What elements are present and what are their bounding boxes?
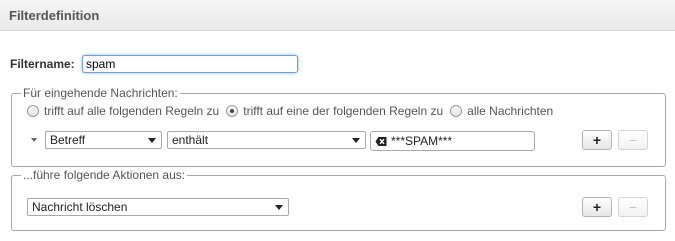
- match-any-radio[interactable]: [226, 105, 239, 117]
- rule-value-input[interactable]: ***SPAM***: [370, 131, 535, 151]
- rule-operator-select[interactable]: enthält: [167, 131, 366, 149]
- rule-header-value: Betreff: [50, 133, 86, 147]
- actions-fieldset: ...führe folgende Aktionen aus: Nachrich…: [11, 168, 666, 231]
- remove-action-button[interactable]: −: [618, 197, 648, 217]
- all-messages-option[interactable]: alle Nachrichten: [450, 104, 553, 118]
- all-messages-radio[interactable]: [450, 105, 463, 117]
- clear-text-icon[interactable]: [375, 136, 387, 147]
- chevron-down-icon: [352, 138, 360, 143]
- action-select-value: Nachricht löschen: [32, 200, 128, 214]
- rule-expand-caret-icon[interactable]: [31, 138, 37, 142]
- filter-name-input[interactable]: [82, 55, 298, 73]
- incoming-messages-fieldset: Für eingehende Nachrichten: trifft auf a…: [11, 86, 666, 167]
- add-action-button[interactable]: +: [582, 197, 612, 217]
- match-mode-group: trifft auf alle folgenden Regeln zu trif…: [27, 104, 560, 118]
- add-rule-button[interactable]: +: [582, 130, 612, 150]
- match-all-option[interactable]: trifft auf alle folgenden Regeln zu: [27, 104, 219, 118]
- header-bar: Filterdefinition: [0, 0, 675, 31]
- rule-value-text: ***SPAM***: [391, 134, 453, 148]
- actions-legend: ...führe folgende Aktionen aus:: [21, 168, 188, 182]
- chevron-down-icon: [148, 138, 156, 143]
- match-all-radio[interactable]: [27, 105, 39, 117]
- action-select[interactable]: Nachricht löschen: [27, 198, 289, 216]
- match-any-option[interactable]: trifft auf eine der folgenden Regeln zu: [226, 104, 443, 118]
- match-all-label: trifft auf alle folgenden Regeln zu: [44, 104, 220, 118]
- filter-name-label: Filtername:: [10, 57, 75, 71]
- incoming-messages-legend: Für eingehende Nachrichten:: [21, 86, 180, 100]
- match-any-label: trifft auf eine der folgenden Regeln zu: [243, 104, 444, 118]
- remove-rule-button[interactable]: −: [618, 130, 648, 150]
- rule-operator-value: enthält: [172, 133, 209, 147]
- page-title: Filterdefinition: [9, 8, 100, 23]
- rule-header-select[interactable]: Betreff: [45, 131, 162, 149]
- chevron-down-icon: [275, 205, 283, 210]
- all-messages-label: alle Nachrichten: [467, 104, 554, 118]
